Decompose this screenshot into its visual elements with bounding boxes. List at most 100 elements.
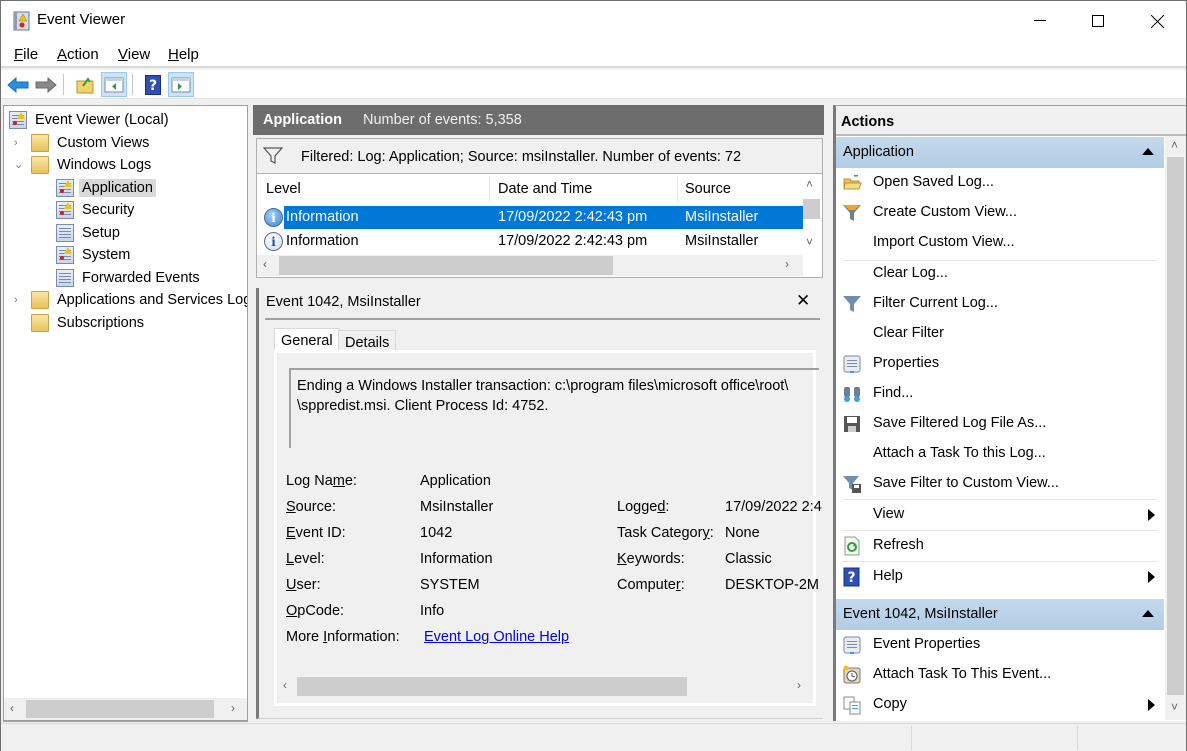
- action-filter-current-log[interactable]: Filter Current Log...: [836, 289, 1164, 319]
- field-keywords-label: Keywords:: [617, 551, 685, 567]
- event-viewer-icon: [9, 110, 27, 129]
- action-clear-log[interactable]: Clear Log...: [836, 259, 1164, 289]
- scroll-right-icon[interactable]: ›: [797, 678, 801, 692]
- chevron-right-icon[interactable]: ›: [14, 294, 18, 306]
- tree-item-event-viewer-local[interactable]: Event Viewer (Local): [9, 109, 172, 130]
- field-level-value: Information: [420, 551, 493, 567]
- back-button[interactable]: [5, 72, 31, 97]
- event-description[interactable]: Ending a Windows Installer transaction: …: [289, 368, 819, 448]
- tree-item-security[interactable]: Security: [56, 199, 137, 220]
- event-row[interactable]: i Information 17/09/2022 2:42:43 pm MsiI…: [261, 206, 803, 229]
- chevron-right-icon[interactable]: ›: [14, 137, 18, 149]
- column-header-source[interactable]: Source: [685, 181, 731, 197]
- list-vertical-scrollbar[interactable]: ˄ ˅: [801, 177, 821, 255]
- collapse-icon[interactable]: [1142, 610, 1154, 617]
- scroll-left-icon[interactable]: ‹: [10, 701, 14, 715]
- actions-vertical-scrollbar[interactable]: ˄ ˅: [1165, 136, 1186, 720]
- tree-item-subscriptions[interactable]: Subscriptions: [31, 312, 147, 333]
- scroll-down-icon[interactable]: ˅: [1171, 700, 1178, 714]
- filter-icon: [263, 147, 283, 164]
- action-import-custom-view[interactable]: Import Custom View...: [836, 228, 1164, 258]
- action-save-filtered-log-file-as[interactable]: Save Filtered Log File As...: [836, 409, 1164, 439]
- scroll-left-icon[interactable]: ‹: [283, 678, 287, 692]
- filter-icon: [843, 296, 861, 312]
- scrollbar-thumb[interactable]: [279, 256, 613, 275]
- action-attach-task-to-event[interactable]: Attach Task To This Event...: [836, 660, 1164, 690]
- show-hide-console-tree-button[interactable]: [101, 72, 127, 97]
- tab-general[interactable]: General: [274, 328, 340, 352]
- tree-item-setup[interactable]: Setup: [56, 222, 123, 243]
- scroll-up-icon[interactable]: ˄: [1171, 138, 1178, 152]
- close-detail-icon[interactable]: ✕: [796, 291, 810, 311]
- scroll-down-icon[interactable]: ˅: [806, 235, 813, 249]
- scroll-up-icon[interactable]: ˄: [806, 177, 813, 191]
- action-refresh[interactable]: Refresh: [836, 531, 1164, 561]
- scroll-left-icon[interactable]: ‹: [263, 257, 267, 271]
- collapse-icon[interactable]: [1142, 148, 1154, 155]
- forward-button[interactable]: [33, 72, 59, 97]
- list-horizontal-scrollbar[interactable]: ‹ ›: [257, 255, 803, 276]
- close-button[interactable]: [1128, 1, 1186, 41]
- tree-item-system[interactable]: System: [56, 244, 133, 265]
- source-cell: MsiInstaller: [685, 209, 759, 225]
- action-event-properties[interactable]: Event Properties: [836, 630, 1164, 660]
- tree-item-forwarded-events[interactable]: Forwarded Events: [56, 267, 203, 288]
- field-log-name-value: Application: [420, 473, 491, 489]
- tree-horizontal-scrollbar[interactable]: ‹ ›: [3, 698, 248, 721]
- tree-item-windows-logs[interactable]: ⌄ Windows Logs: [14, 154, 154, 175]
- minimize-button[interactable]: [1011, 1, 1069, 41]
- detail-horizontal-scrollbar[interactable]: ‹ ›: [277, 676, 813, 697]
- scroll-right-icon[interactable]: ›: [231, 701, 235, 715]
- maximize-button[interactable]: [1069, 1, 1127, 41]
- up-level-button[interactable]: [72, 72, 98, 97]
- column-divider[interactable]: [677, 177, 678, 202]
- menu-file[interactable]: File: [14, 46, 38, 63]
- actions-section-event[interactable]: Event 1042, MsiInstaller: [836, 599, 1164, 630]
- field-opcode-label: OpCode:: [286, 603, 345, 619]
- folder-filter-icon: [31, 133, 49, 152]
- column-header-level[interactable]: Level: [266, 181, 301, 197]
- action-properties[interactable]: Properties: [836, 349, 1164, 379]
- tree-item-application[interactable]: Application: [56, 177, 156, 198]
- event-detail-pane: Event 1042, MsiInstaller ✕ General Detai…: [256, 288, 823, 719]
- chevron-down-icon[interactable]: ⌄: [14, 158, 23, 171]
- action-clear-filter[interactable]: Clear Filter: [836, 319, 1164, 349]
- tree-item-custom-views[interactable]: › Custom Views: [14, 132, 152, 153]
- scrollbar-thumb[interactable]: [803, 199, 820, 219]
- event-row[interactable]: i Information 17/09/2022 2:42:43 pm MsiI…: [261, 230, 803, 253]
- action-attach-task-to-log[interactable]: Attach a Task To this Log...: [836, 439, 1164, 469]
- menu-action[interactable]: Action: [57, 46, 99, 63]
- column-divider[interactable]: [489, 177, 490, 202]
- scroll-right-icon[interactable]: ›: [785, 257, 789, 271]
- menu-help[interactable]: Help: [168, 46, 199, 63]
- action-view[interactable]: View: [836, 500, 1164, 530]
- actions-pane: Actions Application Open Saved Log... Cr…: [833, 105, 1186, 721]
- menu-view[interactable]: View: [118, 46, 150, 63]
- help-button[interactable]: ?: [140, 72, 166, 97]
- svg-text:?: ?: [149, 78, 157, 94]
- action-copy[interactable]: Copy: [836, 690, 1164, 720]
- field-task-category-label: Task Category:: [617, 525, 714, 541]
- close-icon: [1150, 14, 1164, 28]
- column-header-date-time[interactable]: Date and Time: [498, 181, 592, 197]
- scrollbar-thumb[interactable]: [26, 700, 214, 718]
- tab-details[interactable]: Details: [338, 330, 397, 352]
- subscriptions-icon: [31, 313, 49, 332]
- field-task-category-value: None: [725, 525, 760, 541]
- show-hide-action-pane-button[interactable]: [168, 72, 194, 97]
- information-icon: i: [264, 232, 283, 251]
- log-warning-icon: [56, 178, 74, 197]
- tree-item-applications-and-services-logs[interactable]: › Applications and Services Log: [14, 289, 247, 310]
- field-source-label: Source:: [286, 499, 336, 515]
- action-help[interactable]: ? Help: [836, 562, 1164, 592]
- action-open-saved-log[interactable]: Open Saved Log...: [836, 168, 1164, 198]
- copy-icon: [843, 696, 861, 715]
- scrollbar-thumb[interactable]: [297, 677, 687, 696]
- action-save-filter-to-custom-view[interactable]: Save Filter to Custom View...: [836, 469, 1164, 499]
- scrollbar-thumb[interactable]: [1167, 157, 1184, 695]
- actions-section-application[interactable]: Application: [836, 137, 1164, 168]
- action-create-custom-view[interactable]: Create Custom View...: [836, 198, 1164, 228]
- action-find[interactable]: Find...: [836, 379, 1164, 409]
- event-log-online-help-link[interactable]: Event Log Online Help: [424, 629, 569, 645]
- help-icon: ?: [843, 567, 860, 587]
